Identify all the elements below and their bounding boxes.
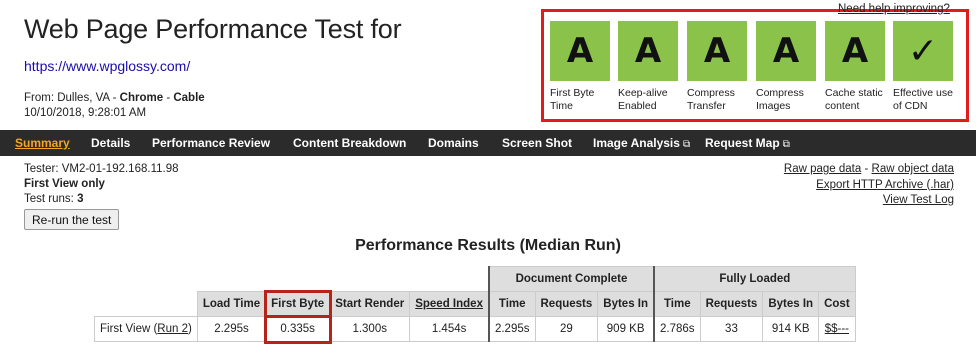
grade-label: Compress Images <box>756 87 804 112</box>
group-fully-loaded: Fully Loaded <box>653 266 856 292</box>
raw-page-data-link[interactable]: Raw page data <box>784 163 861 175</box>
data-links: Raw page data - Raw object data Export H… <box>783 163 954 206</box>
export-har-link[interactable]: Export HTTP Archive (.har) <box>816 179 954 191</box>
tab-summary[interactable]: Summary <box>15 130 70 156</box>
col-doc-time: Time <box>487 291 536 317</box>
col-full-bytes: Bytes In <box>762 291 820 317</box>
tester-name: Tester: VM2-01-192.168.11.98 <box>24 163 179 175</box>
test-date: 10/10/2018, 9:28:01 AM <box>24 107 147 119</box>
page-title: Web Page Performance Test for <box>24 14 402 44</box>
group-document-complete: Document Complete <box>487 266 655 292</box>
tab-screen-shot[interactable]: Screen Shot <box>502 130 572 156</box>
cell-full-requests: 33 <box>699 316 764 342</box>
grade-tile: A <box>618 21 678 81</box>
results-title: Performance Results (Median Run) <box>355 237 621 254</box>
grade-compress-transfer[interactable]: A Compress Transfer <box>687 21 749 113</box>
view-mode: First View only <box>24 178 105 190</box>
tab-domains[interactable]: Domains <box>428 130 479 156</box>
grade-tile: A <box>687 21 747 81</box>
grade-label: First Byte Time <box>550 87 595 112</box>
grade-tile: A <box>825 21 885 81</box>
cell-full-bytes: 914 KB <box>762 316 820 342</box>
grades-panel: A First Byte Time A Keep-alive Enabled A… <box>541 9 969 122</box>
grade-first-byte[interactable]: A First Byte Time <box>550 21 612 113</box>
tester-info: Tester: VM2-01-192.168.11.98 First View … <box>24 162 179 207</box>
test-location: From: Dulles, VA - Chrome - Cable <box>24 92 205 104</box>
checkmark-icon: ✓ <box>893 21 953 81</box>
col-first-byte: First Byte <box>263 289 332 319</box>
external-link-icon: ⧉ <box>782 139 790 150</box>
cell-speed-index: 1.454s <box>409 316 490 342</box>
cell-doc-bytes: 909 KB <box>597 316 655 342</box>
run-link[interactable]: Run 2 <box>157 323 188 335</box>
col-cost: Cost <box>818 291 856 317</box>
col-full-time: Time <box>653 291 701 317</box>
cell-doc-time: 2.295s <box>487 316 536 342</box>
results-table: Document Complete Fully Loaded Load Time… <box>94 266 856 344</box>
test-runs: Test runs: 3 <box>24 193 84 205</box>
cell-doc-requests: 29 <box>534 316 599 342</box>
external-link-icon: ⧉ <box>682 139 691 150</box>
col-load-time: Load Time <box>196 291 267 317</box>
cell-load-time: 2.295s <box>196 316 267 342</box>
grade-tile: A <box>550 21 610 81</box>
grade-label: Compress Transfer <box>687 87 735 112</box>
grade-label: Keep-alive Enabled <box>618 87 668 112</box>
nav-bar: Summary Details Performance Review Conte… <box>0 130 976 156</box>
tab-request-map[interactable]: Request Map ⧉ <box>705 130 790 156</box>
grade-cdn[interactable]: ✓ Effective use of CDN <box>893 21 955 113</box>
tested-url-link[interactable]: https://www.wpglossy.com/ <box>24 58 190 74</box>
grade-keep-alive[interactable]: A Keep-alive Enabled <box>618 21 680 113</box>
grade-tile: A <box>756 21 816 81</box>
grade-compress-images[interactable]: A Compress Images <box>756 21 818 113</box>
cell-start-render: 1.300s <box>329 316 411 342</box>
raw-object-data-link[interactable]: Raw object data <box>872 163 954 175</box>
cell-cost[interactable]: $$--- <box>818 316 856 342</box>
cell-first-byte: 0.335s <box>263 314 332 344</box>
tab-details[interactable]: Details <box>91 130 130 156</box>
tab-image-analysis[interactable]: Image Analysis ⧉ <box>593 130 690 156</box>
table-row: First View (Run 2) 2.295s 0.335s 1.300s … <box>94 314 856 344</box>
grade-label: Effective use of CDN <box>893 87 953 112</box>
col-speed-index[interactable]: Speed Index <box>409 291 490 317</box>
grade-cache-static[interactable]: A Cache static content <box>825 21 887 113</box>
tab-performance-review[interactable]: Performance Review <box>152 130 270 156</box>
tab-content-breakdown[interactable]: Content Breakdown <box>293 130 406 156</box>
rerun-test-button[interactable]: Re-run the test <box>24 209 120 230</box>
col-start-render: Start Render <box>329 291 411 317</box>
cell-full-time: 2.786s <box>653 316 701 342</box>
col-doc-bytes: Bytes In <box>597 291 655 317</box>
view-test-log-link[interactable]: View Test Log <box>883 194 954 206</box>
help-improving-link[interactable]: Need help improving? <box>838 3 950 15</box>
grade-label: Cache static content <box>825 87 883 112</box>
col-full-requests: Requests <box>699 291 764 317</box>
row-label: First View (Run 2) <box>94 316 198 342</box>
col-doc-requests: Requests <box>534 291 599 317</box>
